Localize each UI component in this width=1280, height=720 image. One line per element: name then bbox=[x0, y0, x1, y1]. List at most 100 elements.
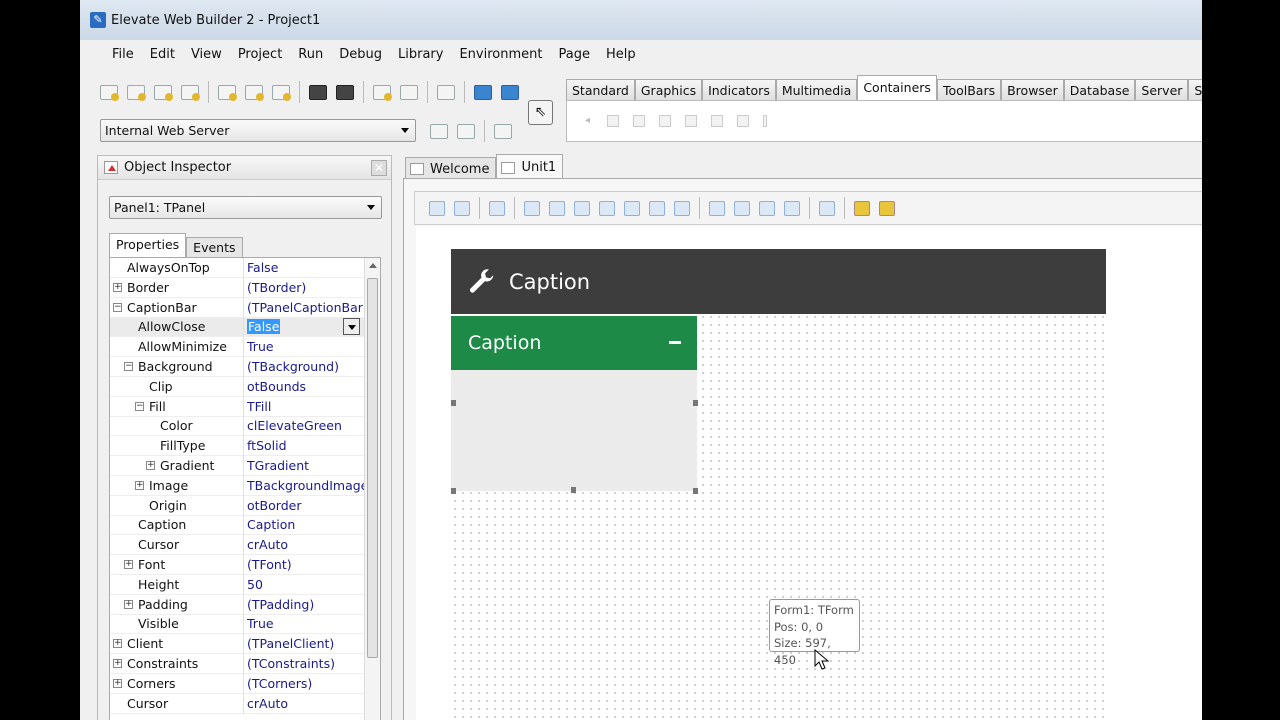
palette-tab-system[interactable]: System bbox=[1188, 79, 1202, 101]
eraser-icon[interactable] bbox=[494, 123, 512, 139]
alignment-tool-icon[interactable] bbox=[624, 200, 640, 216]
new-project-icon[interactable] bbox=[100, 84, 119, 101]
palette-tab-graphics[interactable]: Graphics bbox=[634, 79, 703, 101]
menu-help[interactable]: Help bbox=[598, 46, 644, 64]
property-row[interactable]: Height 50 bbox=[110, 574, 365, 595]
property-row[interactable]: Caption Caption bbox=[110, 515, 365, 536]
property-row[interactable]: + Image TBackgroundImage bbox=[110, 475, 368, 496]
property-row[interactable]: AllowMinimize True bbox=[110, 337, 365, 358]
property-row[interactable]: − Background (TBackground) bbox=[110, 357, 365, 377]
alignment-tool-icon[interactable] bbox=[709, 200, 725, 216]
palette-tab-containers[interactable]: Containers bbox=[857, 75, 937, 100]
property-row[interactable]: Clip otBounds bbox=[110, 376, 365, 397]
new-form-icon[interactable] bbox=[127, 84, 146, 101]
property-row[interactable]: + Font (TFont) bbox=[110, 555, 365, 575]
property-row[interactable]: Visible True bbox=[110, 614, 365, 635]
run-icon[interactable] bbox=[474, 84, 492, 100]
menu-project[interactable]: Project bbox=[230, 46, 290, 64]
tab-events[interactable]: Events bbox=[186, 237, 243, 257]
menu-view[interactable]: View bbox=[183, 46, 230, 64]
alignment-tool-icon[interactable] bbox=[489, 200, 505, 216]
palette-tab-multimedia[interactable]: Multimedia bbox=[775, 79, 858, 101]
palette-tab-browser[interactable]: Browser bbox=[1001, 79, 1064, 101]
alignment-tool-icon[interactable] bbox=[854, 200, 870, 216]
open-icon[interactable] bbox=[218, 84, 237, 101]
alignment-tool-icon[interactable] bbox=[574, 200, 590, 216]
alignment-tool-icon[interactable] bbox=[429, 200, 445, 216]
component-icon[interactable] bbox=[607, 115, 619, 127]
alignment-tool-icon[interactable] bbox=[649, 200, 665, 216]
property-row[interactable]: Cursor crAuto bbox=[110, 693, 365, 714]
menu-run[interactable]: Run bbox=[290, 46, 331, 64]
open-project-icon[interactable] bbox=[245, 84, 264, 101]
panel1[interactable]: Caption bbox=[451, 316, 698, 494]
expand-icon[interactable]: + bbox=[146, 461, 155, 470]
alignment-tool-icon[interactable] bbox=[819, 200, 835, 216]
resize-handle[interactable] bbox=[571, 487, 576, 493]
component-icon[interactable] bbox=[685, 115, 697, 127]
menu-debug[interactable]: Debug bbox=[331, 46, 390, 64]
property-value[interactable]: False bbox=[247, 319, 281, 335]
form1[interactable]: Caption Caption Form1: TForm Pos: 0, 0 S… bbox=[451, 249, 1106, 720]
expand-icon[interactable]: + bbox=[113, 678, 122, 688]
splitter-icon[interactable] bbox=[763, 115, 767, 127]
alignment-tool-icon[interactable] bbox=[524, 200, 540, 216]
palette-tab-standard[interactable]: Standard bbox=[566, 79, 635, 101]
toggle-code-icon[interactable] bbox=[437, 84, 455, 100]
alignment-tool-icon[interactable] bbox=[784, 200, 800, 216]
component-icon[interactable] bbox=[659, 115, 671, 127]
alignment-tool-icon[interactable] bbox=[674, 200, 690, 216]
menu-library[interactable]: Library bbox=[390, 46, 451, 64]
property-row[interactable]: + Client (TPanelClient) bbox=[110, 634, 365, 655]
alignment-tool-icon[interactable] bbox=[759, 200, 775, 216]
expand-icon[interactable]: + bbox=[113, 282, 122, 292]
scroll-left-icon[interactable]: ◂ bbox=[585, 115, 597, 127]
save-icon[interactable] bbox=[309, 84, 327, 100]
menu-page[interactable]: Page bbox=[550, 46, 597, 64]
property-row[interactable]: Cursor crAuto bbox=[110, 535, 365, 556]
component-icon[interactable] bbox=[711, 115, 723, 127]
open-folder-icon[interactable] bbox=[272, 84, 291, 101]
property-row[interactable]: + Border (TBorder) bbox=[110, 277, 365, 298]
expand-icon[interactable]: + bbox=[124, 599, 133, 609]
menu-file[interactable]: File bbox=[104, 46, 142, 64]
tab-unit1[interactable]: Unit1 bbox=[496, 154, 564, 180]
property-row[interactable]: Origin otBorder bbox=[110, 495, 365, 516]
collapse-icon[interactable]: − bbox=[113, 302, 122, 312]
scrollbar-thumb[interactable] bbox=[367, 278, 378, 658]
component-icon[interactable] bbox=[737, 115, 749, 127]
run-browser-icon[interactable] bbox=[501, 84, 519, 100]
server-select[interactable]: Internal Web Server bbox=[100, 119, 416, 142]
property-row[interactable]: Color clElevateGreen bbox=[110, 416, 365, 437]
value-dropdown-button[interactable] bbox=[343, 318, 360, 336]
property-row[interactable]: − Fill TFill bbox=[110, 396, 365, 417]
remove-from-project-icon[interactable] bbox=[400, 84, 418, 100]
property-scrollbar[interactable] bbox=[364, 258, 380, 720]
expand-icon[interactable]: + bbox=[135, 480, 144, 490]
save-all-icon[interactable] bbox=[336, 84, 354, 100]
start-server-icon[interactable] bbox=[430, 123, 448, 139]
alignment-tool-icon[interactable] bbox=[879, 200, 895, 216]
new-component-icon[interactable] bbox=[181, 84, 200, 101]
resize-handle[interactable] bbox=[693, 400, 698, 406]
component-icon[interactable] bbox=[633, 115, 645, 127]
menu-environment[interactable]: Environment bbox=[451, 46, 550, 64]
property-row[interactable]: − CaptionBar (TPanelCaptionBar) bbox=[110, 297, 368, 318]
tab-welcome[interactable]: Welcome bbox=[405, 157, 497, 180]
collapse-icon[interactable]: − bbox=[135, 401, 144, 411]
minimize-icon[interactable] bbox=[669, 341, 681, 344]
tab-properties[interactable]: Properties bbox=[109, 233, 187, 257]
stop-server-icon[interactable] bbox=[457, 123, 475, 139]
palette-tab-toolbars[interactable]: ToolBars bbox=[936, 79, 1002, 101]
alignment-tool-icon[interactable] bbox=[549, 200, 565, 216]
collapse-icon[interactable]: − bbox=[124, 362, 133, 371]
property-row[interactable]: + Padding (TPadding) bbox=[110, 594, 365, 615]
pointer-select-button[interactable]: ⇖ bbox=[528, 100, 553, 125]
property-row[interactable]: + Corners (TCorners) bbox=[110, 673, 365, 694]
expand-icon[interactable]: + bbox=[113, 639, 122, 649]
scroll-up-icon[interactable] bbox=[369, 263, 377, 268]
expand-icon[interactable]: + bbox=[113, 659, 122, 668]
resize-handle[interactable] bbox=[451, 400, 456, 406]
palette-tab-indicators[interactable]: Indicators bbox=[702, 79, 776, 101]
new-unit-icon[interactable] bbox=[154, 84, 173, 101]
